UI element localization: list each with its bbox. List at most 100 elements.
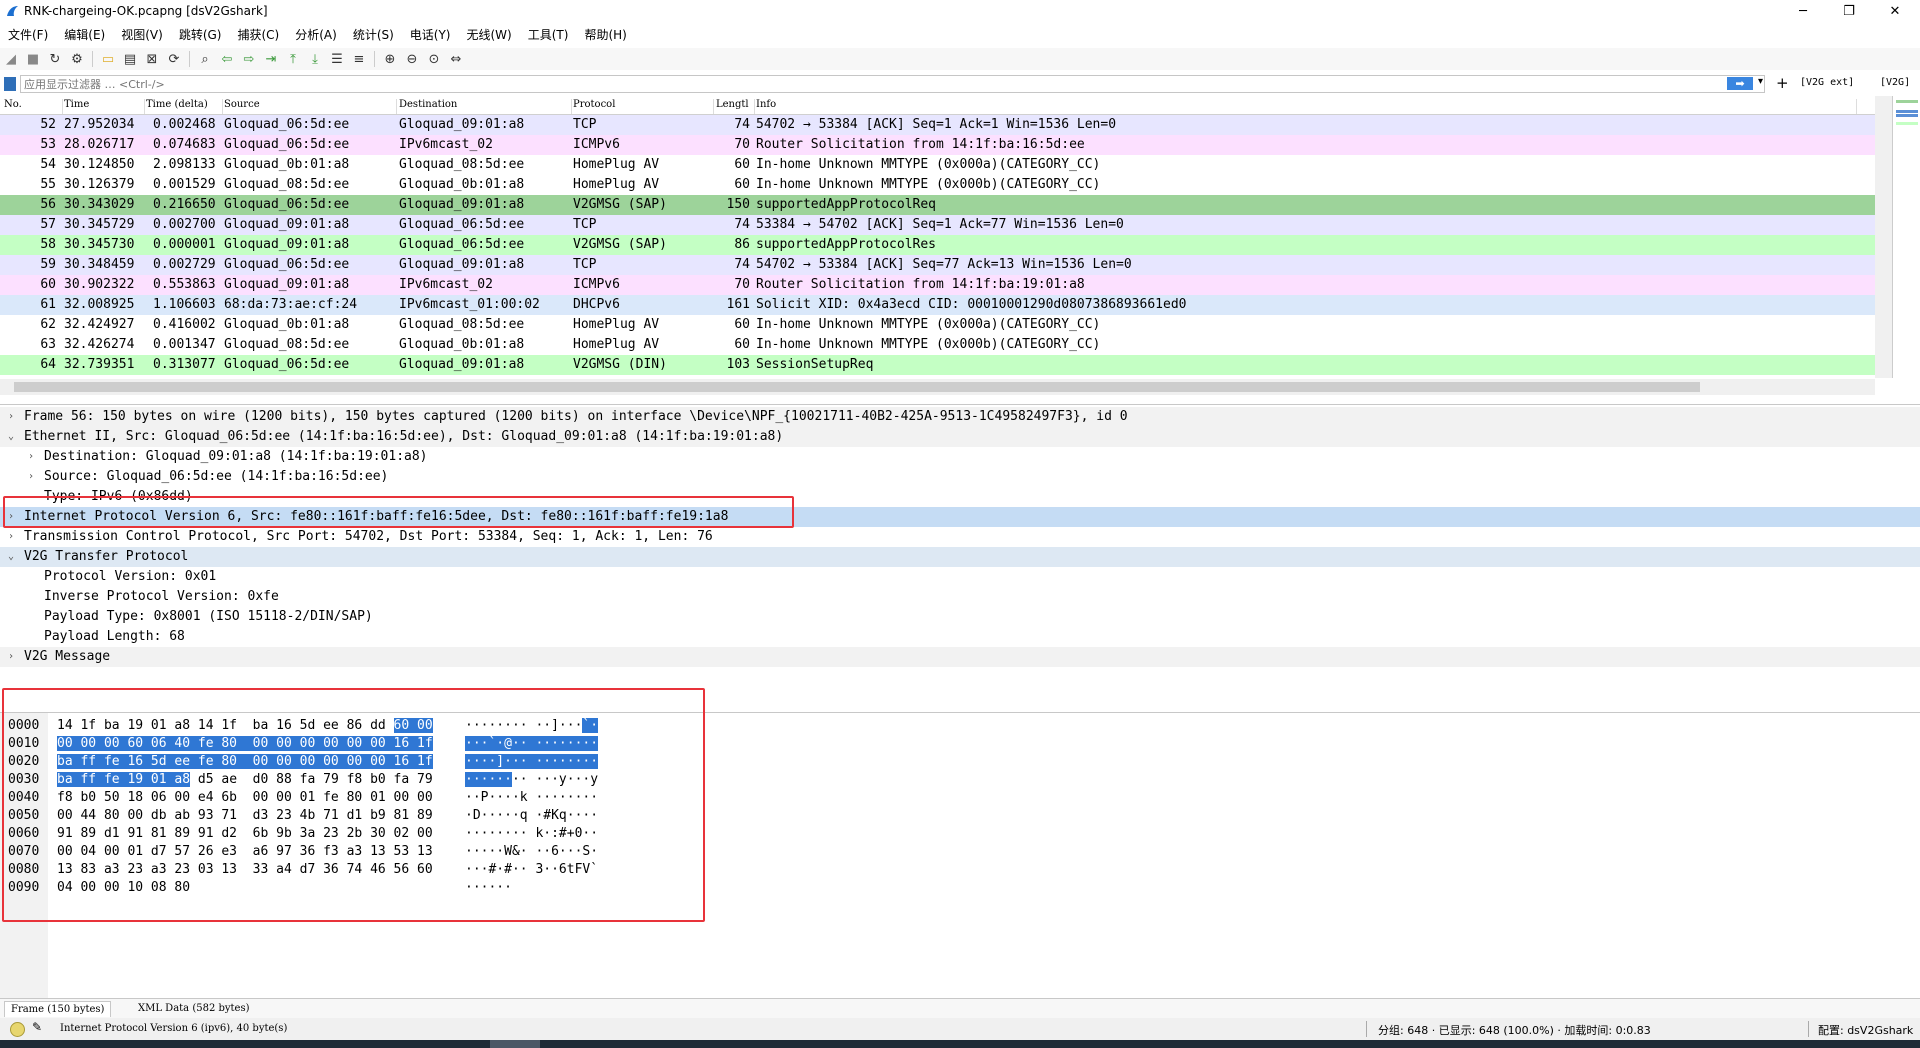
packet-length: 60: [734, 337, 750, 352]
filter-bookmark-icon[interactable]: [4, 77, 16, 91]
packet-row[interactable]: 64 32.739351 0.313077 Gloquad_06:5d:ee Gloqu…: [0, 355, 1875, 375]
column-header[interactable]: Protocol: [573, 99, 714, 114]
detail-row[interactable]: › Source: Gloquad_06:5d:ee (14:1f:ba:16:5…: [0, 467, 1920, 487]
menu-item[interactable]: 电话(Y): [402, 26, 459, 43]
scrollbar-thumb[interactable]: [14, 382, 1700, 392]
packet-row[interactable]: 61 32.008925 1.106603 68:da:73:ae:cf:24 IPv6…: [0, 295, 1875, 315]
column-header[interactable]: No.: [4, 99, 63, 114]
detail-row[interactable]: ⌄ Ethernet II, Src: Gloquad_06:5d:ee (14:…: [0, 427, 1920, 447]
column-header[interactable]: Info: [756, 99, 1857, 114]
column-header[interactable]: Source: [224, 99, 397, 114]
profile-label[interactable]: 配置: dsV2Gshark: [1818, 1022, 1913, 1038]
go-to-packet-icon[interactable]: ⇥: [262, 50, 280, 68]
packet-time: 27.952034: [64, 117, 135, 132]
packet-row[interactable]: 55 30.126379 0.001529 Gloquad_08:5d:ee Gloqu…: [0, 175, 1875, 195]
stop-icon[interactable]: ■: [24, 50, 42, 68]
menu-item[interactable]: 跳转(G): [171, 26, 230, 43]
taskbar-item[interactable]: [490, 1040, 540, 1048]
zoom-out-icon[interactable]: ⊖: [403, 50, 421, 68]
packet-row[interactable]: 53 28.026717 0.074683 Gloquad_06:5d:ee IPv6m…: [0, 135, 1875, 155]
zoom-in-icon[interactable]: ⊕: [381, 50, 399, 68]
menu-item[interactable]: 捕获(C): [229, 26, 287, 43]
go-forward-icon[interactable]: ⇨: [240, 50, 258, 68]
save-icon[interactable]: ▤: [121, 50, 139, 68]
packet-number: 62: [40, 317, 56, 332]
menu-item[interactable]: 分析(A): [287, 26, 345, 43]
resize-columns-icon[interactable]: ⇔: [447, 50, 465, 68]
detail-row[interactable]: › Transmission Control Protocol, Src Port…: [0, 527, 1920, 547]
packet-row[interactable]: 57 30.345729 0.002700 Gloquad_09:01:a8 Gloqu…: [0, 215, 1875, 235]
expand-arrow-icon[interactable]: ›: [28, 447, 34, 467]
detail-row[interactable]: Inverse Protocol Version: 0xfe: [0, 587, 1920, 607]
packet-time-delta: 2.098133: [153, 157, 216, 172]
packet-row[interactable]: 56 30.343029 0.216650 Gloquad_06:5d:ee Gloqu…: [0, 195, 1875, 215]
v2g-ext-filter-button[interactable]: [V2G ext]: [1800, 77, 1854, 88]
first-packet-icon[interactable]: ⤒: [284, 50, 302, 68]
packet-row[interactable]: 60 30.902322 0.553863 Gloquad_09:01:a8 IPv6m…: [0, 275, 1875, 295]
last-packet-icon[interactable]: ⤓: [306, 50, 324, 68]
expand-arrow-icon[interactable]: ›: [8, 647, 14, 667]
packet-minimap[interactable]: [1892, 96, 1920, 378]
colorize-icon[interactable]: ≡: [350, 50, 368, 68]
go-back-icon[interactable]: ⇦: [218, 50, 236, 68]
column-header[interactable]: Time: [64, 99, 145, 114]
packet-row[interactable]: 54 30.124850 2.098133 Gloquad_0b:01:a8 Gloqu…: [0, 155, 1875, 175]
packet-time-delta: 0.002729: [153, 257, 216, 272]
minimap-mark: [1896, 110, 1918, 113]
find-icon[interactable]: ⌕: [196, 50, 214, 68]
expand-arrow-icon[interactable]: ›: [8, 407, 14, 427]
detail-row[interactable]: › Frame 56: 150 bytes on wire (1200 bits)…: [0, 407, 1920, 427]
edit-comment-icon[interactable]: ✎: [32, 1020, 42, 1034]
minimize-button[interactable]: ─: [1780, 0, 1826, 22]
packet-length: 74: [734, 217, 750, 232]
detail-text: Protocol Version: 0x01: [44, 569, 217, 584]
menu-item[interactable]: 工具(T): [520, 26, 577, 43]
display-filter-input[interactable]: [20, 75, 1765, 93]
menu-item[interactable]: 无线(W): [459, 26, 520, 43]
packet-source: Gloquad_0b:01:a8: [224, 317, 350, 332]
menu-item[interactable]: 文件(F): [0, 26, 56, 43]
close-window-button[interactable]: ✕: [1872, 0, 1918, 22]
menu-item[interactable]: 统计(S): [345, 26, 402, 43]
packet-row[interactable]: 63 32.426274 0.001347 Gloquad_08:5d:ee Gloqu…: [0, 335, 1875, 355]
packet-row[interactable]: 62 32.424927 0.416002 Gloquad_0b:01:a8 Gloqu…: [0, 315, 1875, 335]
menu-item[interactable]: 视图(V): [113, 26, 171, 43]
autoscroll-icon[interactable]: ☰: [328, 50, 346, 68]
packet-list-vertical-scrollbar[interactable]: [1875, 96, 1892, 378]
shark-fin-start-icon[interactable]: ◢: [2, 50, 20, 68]
menu-item[interactable]: 帮助(H): [576, 26, 634, 43]
restart-icon[interactable]: ↻: [46, 50, 64, 68]
options-gear-icon[interactable]: ⚙: [68, 50, 86, 68]
packet-row[interactable]: 52 27.952034 0.002468 Gloquad_06:5d:ee Gloqu…: [0, 115, 1875, 135]
close-file-icon[interactable]: ⊠: [143, 50, 161, 68]
detail-row[interactable]: ⌄ V2G Transfer Protocol: [0, 547, 1920, 567]
packet-row[interactable]: 58 30.345730 0.000001 Gloquad_09:01:a8 Gloqu…: [0, 235, 1875, 255]
detail-row[interactable]: › V2G Message: [0, 647, 1920, 667]
expert-info-icon[interactable]: [10, 1022, 25, 1037]
filter-history-dropdown-icon[interactable]: ▾: [1758, 76, 1763, 87]
packet-row[interactable]: 59 30.348459 0.002729 Gloquad_06:5d:ee Gloqu…: [0, 255, 1875, 275]
apply-filter-button[interactable]: ➡: [1727, 77, 1753, 90]
detail-row[interactable]: › Destination: Gloquad_09:01:a8 (14:1f:ba…: [0, 447, 1920, 467]
normal-size-icon[interactable]: ⊙: [425, 50, 443, 68]
detail-row[interactable]: Protocol Version: 0x01: [0, 567, 1920, 587]
menu-item[interactable]: 编辑(E): [56, 26, 113, 43]
collapse-arrow-icon[interactable]: ⌄: [8, 427, 14, 447]
reload-icon[interactable]: ⟳: [165, 50, 183, 68]
open-folder-icon[interactable]: ▭: [99, 50, 117, 68]
packet-list-horizontal-scrollbar[interactable]: [0, 379, 1875, 395]
column-header[interactable]: Time (delta): [146, 99, 223, 114]
collapse-arrow-icon[interactable]: ⌄: [8, 547, 14, 567]
v2g-filter-button[interactable]: [V2G]: [1880, 77, 1910, 88]
column-header[interactable]: Destination: [399, 99, 572, 114]
column-header[interactable]: Lengtl: [716, 99, 755, 114]
annotation-box-ipv6: [3, 496, 794, 528]
tab-frame[interactable]: Frame (150 bytes): [4, 1001, 112, 1017]
add-filter-button[interactable]: +: [1776, 74, 1789, 92]
expand-arrow-icon[interactable]: ›: [8, 527, 14, 547]
expand-arrow-icon[interactable]: ›: [28, 467, 34, 487]
tab-xml-data[interactable]: XML Data (582 bytes): [132, 1001, 256, 1016]
detail-row[interactable]: Payload Type: 0x8001 (ISO 15118-2/DIN/SA…: [0, 607, 1920, 627]
maximize-button[interactable]: ❐: [1826, 0, 1872, 22]
detail-row[interactable]: Payload Length: 68: [0, 627, 1920, 647]
